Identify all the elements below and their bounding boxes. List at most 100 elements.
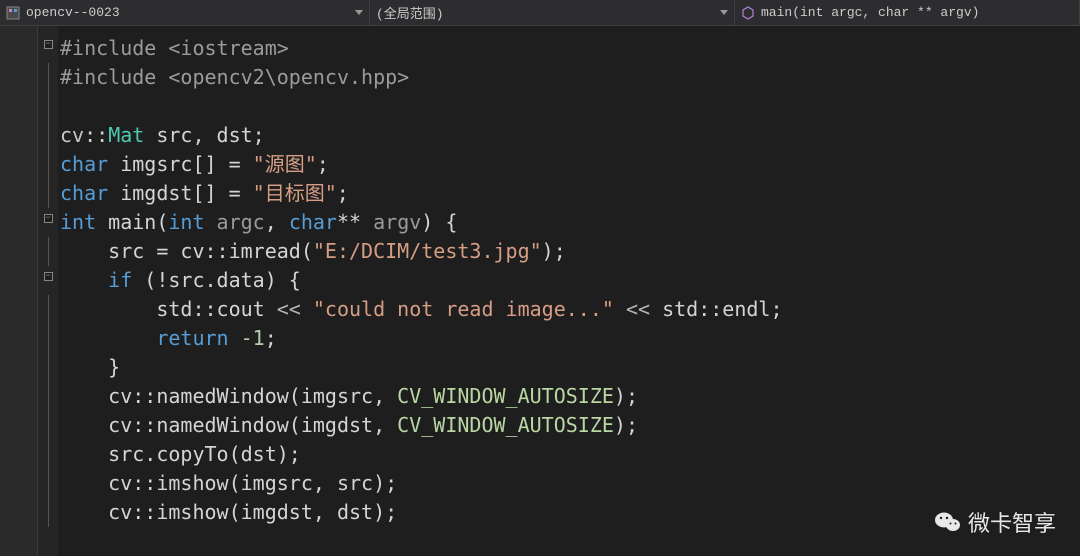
fold-row[interactable] [38,498,58,527]
code-line[interactable]: src = cv::imread("E:/DCIM/test3.jpg"); [60,237,1080,266]
code-token: CV_WINDOW_AUTOSIZE [397,384,614,408]
code-token: <iostream> [168,36,288,60]
fold-row[interactable] [38,266,58,295]
code-token: char [60,152,108,176]
code-line[interactable]: } [60,353,1080,382]
fold-row[interactable] [38,150,58,179]
code-token [229,326,241,350]
code-token: } [60,355,120,379]
fold-row[interactable] [38,469,58,498]
code-line[interactable]: #include <opencv2\opencv.hpp> [60,63,1080,92]
code-line[interactable] [60,92,1080,121]
code-line[interactable]: int main(int argc, char** argv) { [60,208,1080,237]
scope-dropdown[interactable]: (全局范围) [370,0,735,25]
code-token: src = cv::imread( [60,239,313,263]
code-token: char [60,181,108,205]
code-token: main( [96,210,168,234]
code-line[interactable]: src.copyTo(dst); [60,440,1080,469]
fold-row[interactable] [38,237,58,266]
code-line[interactable]: cv::Mat src, dst; [60,121,1080,150]
code-token: CV_WINDOW_AUTOSIZE [397,413,614,437]
fold-row[interactable] [38,121,58,150]
function-dropdown-label: main(int argc, char ** argv) [761,5,1073,20]
fold-row[interactable] [38,324,58,353]
code-line[interactable]: char imgdst[] = "目标图"; [60,179,1080,208]
fold-row[interactable] [38,411,58,440]
code-token: cv::imshow(imgsrc, src); [60,471,397,495]
code-token: -1 [241,326,265,350]
code-token: , [265,210,289,234]
function-icon [741,6,755,20]
function-dropdown[interactable]: main(int argc, char ** argv) [735,0,1080,25]
code-token: "目标图" [253,181,337,205]
code-token: cv::imshow(imgdst, dst); [60,500,397,524]
fold-toggle-icon[interactable] [44,40,53,49]
fold-toggle-icon[interactable] [44,272,53,281]
code-token: ); [542,239,566,263]
code-token: int [60,210,96,234]
code-line[interactable]: cv::namedWindow(imgdst, CV_WINDOW_AUTOSI… [60,411,1080,440]
code-token [614,297,626,321]
code-token: << [277,297,301,321]
code-token: << [626,297,650,321]
chevron-down-icon [355,10,363,15]
code-token: cv [60,123,84,147]
code-line[interactable]: cv::namedWindow(imgsrc, CV_WINDOW_AUTOSI… [60,382,1080,411]
code-token: if [108,268,132,292]
code-token: #include [60,36,168,60]
navigation-bar: opencv--0023 (全局范围) main(int argc, char … [0,0,1080,26]
fold-row[interactable] [38,179,58,208]
fold-row[interactable] [38,208,58,237]
code-token: ); [614,413,638,437]
fold-row[interactable] [38,92,58,121]
fold-row[interactable] [38,295,58,324]
code-token: ; [337,181,349,205]
code-editor[interactable]: #include <iostream>#include <opencv2\ope… [0,26,1080,556]
code-token: <opencv2\opencv.hpp> [168,65,409,89]
code-token: argv [373,210,421,234]
code-token: ); [614,384,638,408]
code-token: src.copyTo(dst); [60,442,301,466]
project-dropdown-label: opencv--0023 [26,5,349,20]
code-token [301,297,313,321]
fold-toggle-icon[interactable] [44,214,53,223]
code-token [60,268,108,292]
code-token: ) { [421,210,457,234]
code-line[interactable]: cv::imshow(imgdst, dst); [60,498,1080,527]
code-token: cv::namedWindow(imgsrc, [60,384,397,408]
code-token: argc [205,210,265,234]
chevron-down-icon [720,10,728,15]
code-token: :: [84,123,108,147]
code-area[interactable]: #include <iostream>#include <opencv2\ope… [58,26,1080,556]
code-token: "could not read image..." [313,297,614,321]
fold-row[interactable] [38,34,58,63]
fold-gutter[interactable] [38,26,58,556]
fold-row[interactable] [38,440,58,469]
code-token: "源图" [253,152,317,176]
project-dropdown[interactable]: opencv--0023 [0,0,370,25]
code-token: int [168,210,204,234]
code-token: char [289,210,337,234]
breakpoint-gutter[interactable] [0,26,38,556]
code-line[interactable]: char imgsrc[] = "源图"; [60,150,1080,179]
code-line[interactable]: cv::imshow(imgsrc, src); [60,469,1080,498]
code-token: imgsrc[] = [108,152,253,176]
scope-dropdown-label: (全局范围) [376,3,714,22]
code-line[interactable]: return -1; [60,324,1080,353]
code-token: std::endl; [650,297,782,321]
code-token: return [156,326,228,350]
code-token: Mat [108,123,144,147]
code-token: ; [265,326,277,350]
code-line[interactable]: std::cout << "could not read image..." <… [60,295,1080,324]
code-token [60,326,156,350]
fold-row[interactable] [38,382,58,411]
fold-row[interactable] [38,353,58,382]
fold-row[interactable] [38,63,58,92]
code-token: src, dst; [144,123,264,147]
code-line[interactable]: #include <iostream> [60,34,1080,63]
project-icon [6,6,20,20]
code-line[interactable]: if (!src.data) { [60,266,1080,295]
code-token: std::cout [60,297,277,321]
code-token: imgdst[] = [108,181,253,205]
code-token: ** [337,210,373,234]
